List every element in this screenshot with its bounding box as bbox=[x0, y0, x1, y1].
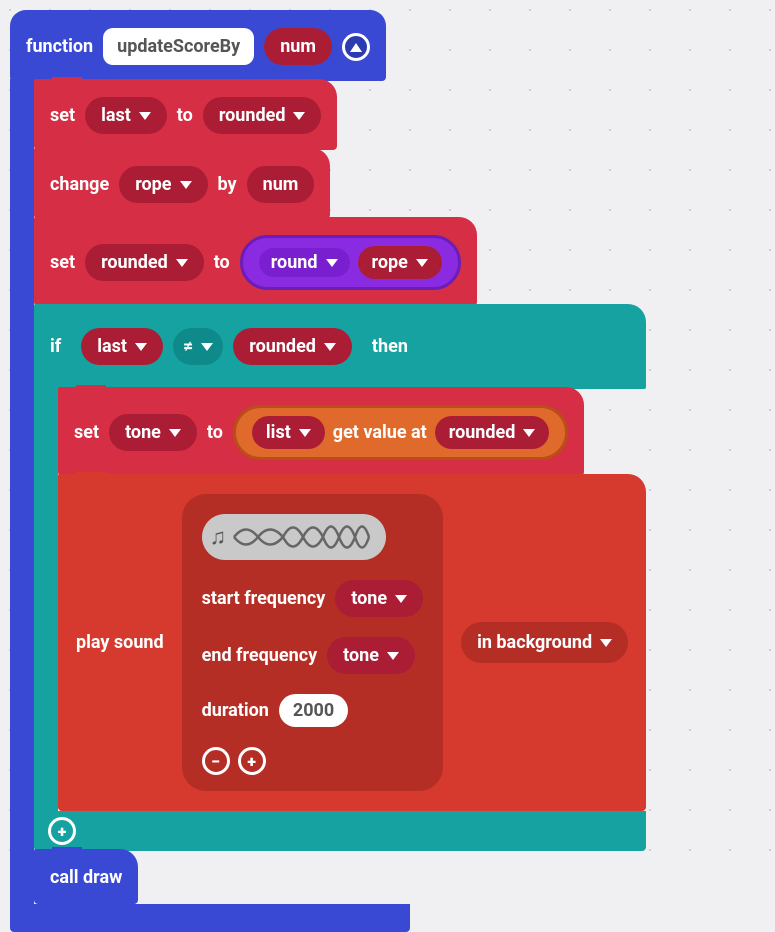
plus-icon[interactable]: + bbox=[238, 747, 266, 775]
sound-config-panel: ♫ start frequency tone bbox=[182, 494, 443, 791]
function-hat[interactable]: function updateScoreBy num bbox=[10, 10, 386, 81]
waveform-preview[interactable]: ♫ bbox=[202, 514, 387, 560]
to-keyword: to bbox=[177, 105, 193, 126]
round-op[interactable]: round rope bbox=[240, 235, 461, 290]
var-last-dropdown[interactable]: last bbox=[85, 97, 167, 134]
val-num[interactable]: num bbox=[247, 166, 315, 203]
sine-wave-icon bbox=[232, 520, 372, 554]
call-label: call draw bbox=[50, 867, 122, 888]
startfreq-label: start frequency bbox=[202, 588, 326, 609]
play-sound-block[interactable]: play sound ♫ start frequency bbox=[58, 474, 646, 811]
collapse-icon[interactable] bbox=[342, 33, 370, 61]
by-keyword: by bbox=[218, 174, 237, 195]
to-keyword: to bbox=[207, 422, 223, 443]
if-block[interactable]: if last ≠ rounded then bbox=[34, 304, 646, 851]
val-rounded-dropdown[interactable]: rounded bbox=[203, 97, 322, 134]
set-keyword: set bbox=[50, 252, 75, 273]
startfreq-tone-dropdown[interactable]: tone bbox=[335, 580, 423, 617]
duration-input[interactable]: 2000 bbox=[279, 694, 348, 727]
param-num[interactable]: num bbox=[264, 28, 332, 65]
endfreq-tone-dropdown[interactable]: tone bbox=[327, 637, 415, 674]
cmp-right[interactable]: rounded bbox=[233, 328, 352, 365]
set-tone-block[interactable]: set tone to list get value at rounded bbox=[58, 387, 584, 476]
set-keyword: set bbox=[74, 422, 99, 443]
index-rounded-dropdown[interactable]: rounded bbox=[435, 416, 550, 449]
cmp-op-dropdown[interactable]: ≠ bbox=[173, 328, 223, 365]
var-rope-dropdown[interactable]: rope bbox=[119, 166, 207, 203]
list-getvalue-reporter[interactable]: list get value at rounded bbox=[233, 405, 568, 460]
change-keyword: change bbox=[50, 174, 109, 195]
playsound-label: play sound bbox=[76, 632, 164, 653]
cmp-left[interactable]: last bbox=[81, 328, 163, 365]
function-footer bbox=[10, 904, 410, 932]
set-last-block[interactable]: set last to rounded bbox=[34, 79, 337, 150]
var-tone-dropdown[interactable]: tone bbox=[109, 414, 197, 451]
then-keyword: then bbox=[372, 336, 408, 357]
getvalue-label: get value at bbox=[333, 422, 427, 443]
playback-mode-dropdown[interactable]: in background bbox=[461, 622, 628, 663]
change-rope-block[interactable]: change rope by num bbox=[34, 148, 330, 219]
duration-label: duration bbox=[202, 700, 269, 721]
to-keyword: to bbox=[214, 252, 230, 273]
endfreq-label: end frequency bbox=[202, 645, 318, 666]
call-draw-block[interactable]: call draw bbox=[34, 849, 138, 904]
var-rounded-dropdown[interactable]: rounded bbox=[85, 244, 204, 281]
function-keyword: function bbox=[26, 36, 93, 57]
list-dropdown[interactable]: list bbox=[252, 416, 325, 449]
round-dropdown[interactable]: round bbox=[259, 248, 350, 277]
comparison-hex[interactable]: last ≠ rounded bbox=[77, 322, 356, 371]
round-arg-rope[interactable]: rope bbox=[358, 246, 442, 279]
set-keyword: set bbox=[50, 105, 75, 126]
music-note-icon: ♫ bbox=[210, 524, 227, 550]
set-rounded-block[interactable]: set rounded to round rope bbox=[34, 217, 477, 306]
minus-icon[interactable]: − bbox=[202, 747, 230, 775]
add-branch-icon[interactable]: + bbox=[48, 817, 76, 845]
function-name-input[interactable]: updateScoreBy bbox=[103, 28, 254, 65]
if-keyword: if bbox=[50, 336, 61, 357]
